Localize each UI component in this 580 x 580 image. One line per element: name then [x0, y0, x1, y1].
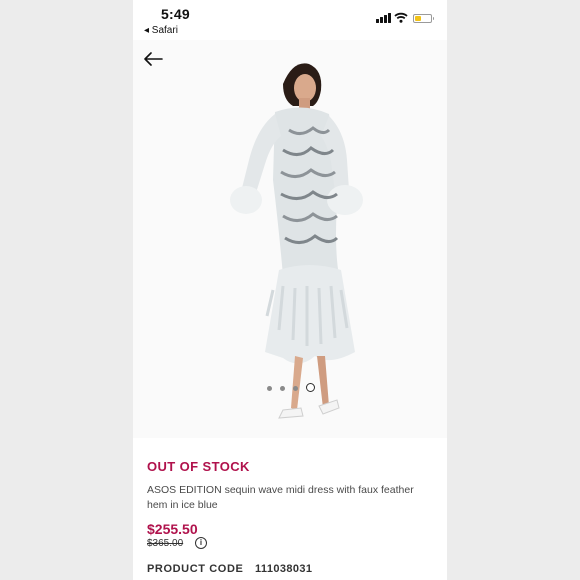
original-price: $365.00	[147, 538, 184, 549]
info-icon[interactable]: i	[195, 537, 207, 549]
product-info: OUT OF STOCK ASOS EDITION sequin wave mi…	[133, 438, 447, 580]
product-photo	[133, 40, 447, 438]
gallery-dot-active[interactable]	[306, 383, 315, 392]
arrow-left-icon[interactable]	[143, 52, 163, 66]
wifi-icon	[394, 12, 408, 23]
gallery-page-indicator[interactable]	[133, 382, 447, 396]
battery-icon	[413, 14, 434, 23]
product-code-value: 111038031	[255, 563, 313, 575]
status-bar: 5:49 ◂ Safari	[133, 0, 447, 40]
status-time: 5:49	[161, 6, 190, 22]
product-image-gallery[interactable]	[133, 40, 447, 438]
gallery-dot[interactable]	[280, 386, 285, 391]
gallery-dot[interactable]	[267, 386, 272, 391]
stock-status: OUT OF STOCK	[147, 459, 250, 474]
battery-level	[415, 16, 421, 21]
gallery-dot[interactable]	[293, 386, 298, 391]
product-name: ASOS EDITION sequin wave midi dress with…	[147, 484, 414, 511]
current-price: $255.50	[147, 521, 198, 537]
phone-screen: 5:49 ◂ Safari OUT OF STOCK ASOS EDITION …	[133, 0, 447, 580]
back-to-safari-link[interactable]: ◂ Safari	[144, 25, 178, 36]
cellular-signal-icon	[376, 13, 391, 23]
product-code-label: PRODUCT CODE	[147, 563, 244, 575]
